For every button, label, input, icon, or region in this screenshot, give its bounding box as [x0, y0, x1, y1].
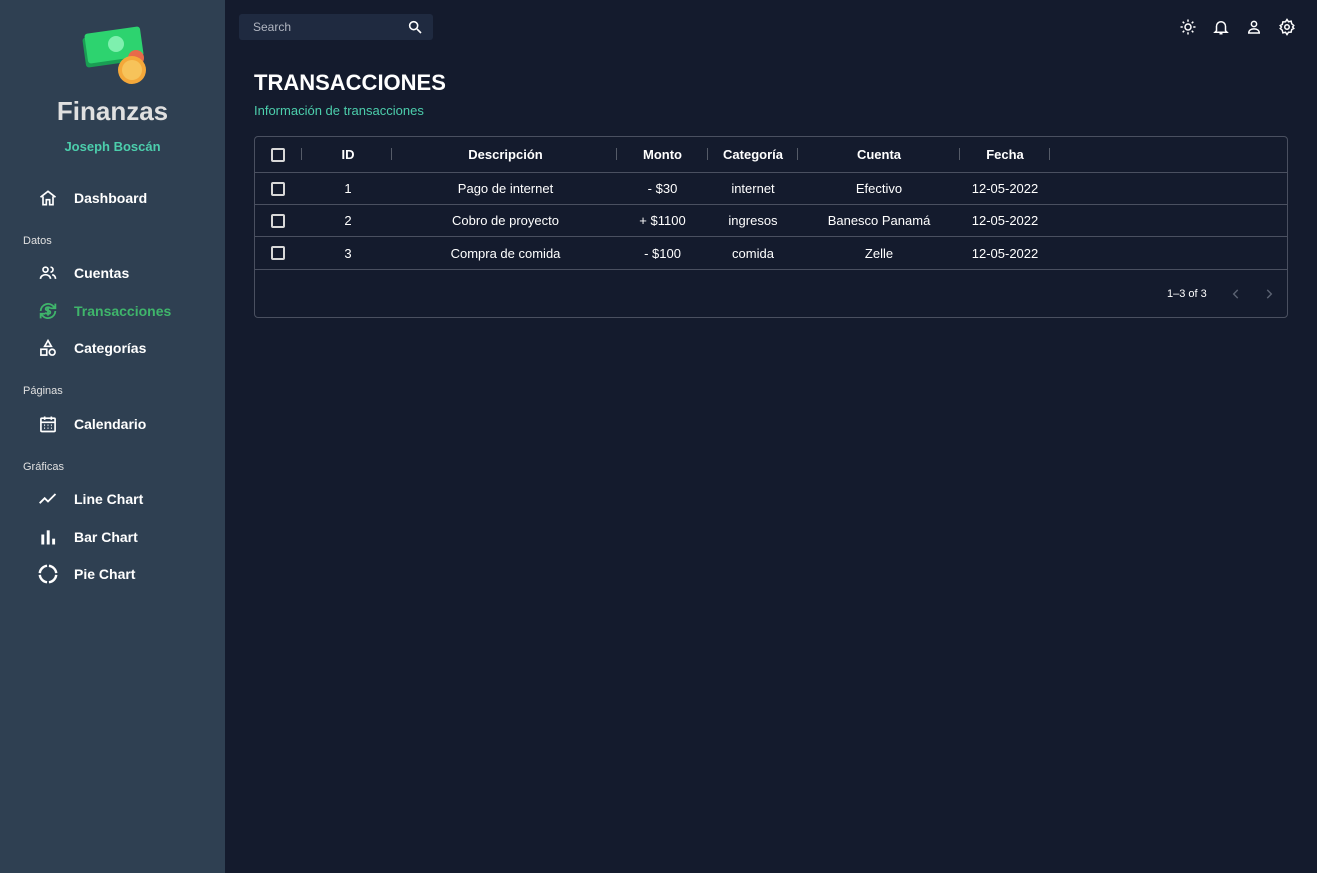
brand-title: Finanzas: [56, 96, 169, 126]
settings-icon[interactable]: [1277, 17, 1297, 37]
cell-cuenta: Banesco Panamá: [827, 213, 931, 228]
column-separator: [959, 148, 960, 160]
search-box: [239, 14, 433, 40]
column-separator: [301, 148, 302, 160]
column-header-id[interactable]: ID: [303, 137, 393, 172]
sidebar-item-transacciones[interactable]: Transacciones: [36, 298, 171, 324]
cell-descripcion: Compra de comida: [450, 245, 561, 261]
row-select-cell: [267, 237, 289, 269]
sidebar: Finanzas Joseph Boscán Dashboard Datos C…: [0, 0, 225, 873]
section-label-paginas: Páginas: [23, 385, 63, 397]
table-row[interactable]: 3 Compra de comida - $100 comida Zelle 1…: [255, 237, 1287, 270]
column-separator: [616, 148, 617, 160]
column-header-categoria[interactable]: Categoría: [709, 137, 797, 172]
cell-monto: - $30: [647, 181, 678, 196]
calendar-icon: [36, 412, 60, 436]
column-header-monto[interactable]: Monto: [618, 137, 707, 172]
sidebar-item-line-chart[interactable]: Line Chart: [36, 486, 143, 512]
cell-descripcion: Cobro de proyecto: [452, 213, 559, 228]
sidebar-item-label: Categorías: [74, 340, 147, 356]
sidebar-item-dashboard[interactable]: Dashboard: [36, 185, 147, 211]
column-header-cuenta[interactable]: Cuenta: [799, 137, 959, 172]
table-row[interactable]: 2 Cobro de proyecto + $1100 ingresos Ban…: [255, 205, 1287, 237]
notifications-icon[interactable]: [1211, 17, 1231, 37]
sidebar-item-calendario[interactable]: Calendario: [36, 411, 146, 437]
sidebar-item-bar-chart[interactable]: Bar Chart: [36, 524, 138, 550]
search-input[interactable]: [253, 20, 403, 34]
cell-id: 2: [344, 213, 352, 228]
person-icon[interactable]: [1244, 17, 1264, 37]
cell-monto: - $100: [644, 245, 681, 261]
line-chart-icon: [36, 487, 60, 511]
cell-cuenta: Zelle: [864, 245, 894, 261]
transactions-table: ID Descripción Monto Categoría Cuenta Fe…: [254, 136, 1288, 318]
pie-chart-icon: [36, 562, 60, 586]
section-label-graficas: Gráficas: [23, 461, 64, 473]
column-header-fecha[interactable]: Fecha: [961, 137, 1049, 172]
row-select-cell: [267, 173, 289, 204]
section-label-datos: Datos: [23, 235, 52, 247]
sidebar-item-label: Bar Chart: [74, 529, 138, 545]
cell-fecha: 12-05-2022: [971, 245, 1039, 261]
previous-page-icon[interactable]: [1226, 284, 1246, 304]
table-header-row: ID Descripción Monto Categoría Cuenta Fe…: [255, 137, 1287, 173]
cell-cuenta: Efectivo: [855, 181, 903, 196]
next-page-icon[interactable]: [1259, 284, 1279, 304]
search-icon[interactable]: [407, 19, 423, 35]
row-select-cell: [267, 205, 289, 236]
cell-monto: + $1100: [639, 213, 686, 228]
column-header-descripcion[interactable]: Descripción: [393, 137, 618, 172]
currency-exchange-icon: [36, 299, 60, 323]
sidebar-item-categorias[interactable]: Categorías: [36, 335, 146, 361]
topbar-icons: [1178, 17, 1310, 37]
sidebar-item-label: Line Chart: [74, 491, 144, 507]
column-separator: [797, 148, 798, 160]
row-checkbox[interactable]: [271, 246, 285, 260]
page-subtitle: Información de transacciones: [254, 103, 424, 118]
cell-id: 1: [344, 181, 352, 196]
sidebar-item-label: Transacciones: [74, 303, 172, 319]
sidebar-item-label: Cuentas: [74, 265, 130, 281]
sidebar-item-label: Pie Chart: [74, 566, 136, 582]
column-separator: [707, 148, 708, 160]
people-icon: [36, 261, 60, 285]
sidebar-item-label: Calendario: [74, 416, 147, 432]
row-checkbox[interactable]: [271, 181, 285, 196]
select-all-cell: [267, 137, 289, 172]
light-mode-icon[interactable]: [1178, 17, 1198, 37]
user-name: Joseph Boscán: [64, 139, 161, 154]
cell-categoria: comida: [732, 245, 774, 261]
sidebar-item-pie-chart[interactable]: Pie Chart: [36, 561, 135, 587]
pagination-info: 1–3 of 3: [1167, 288, 1207, 300]
home-icon: [36, 186, 60, 210]
money-logo-icon: [82, 26, 146, 84]
cell-fecha: 12-05-2022: [971, 181, 1039, 196]
table-row[interactable]: 1 Pago de internet - $30 internet Efecti…: [255, 173, 1287, 205]
column-separator: [1049, 148, 1050, 160]
page-title: TRANSACCIONES: [254, 70, 446, 95]
sidebar-item-label: Dashboard: [74, 190, 148, 206]
cell-fecha: 12-05-2022: [971, 213, 1039, 228]
column-separator: [391, 148, 392, 160]
row-checkbox[interactable]: [271, 213, 285, 228]
cell-descripcion: Pago de internet: [457, 181, 554, 196]
sidebar-item-cuentas[interactable]: Cuentas: [36, 260, 129, 286]
bar-chart-icon: [36, 525, 60, 549]
select-all-checkbox[interactable]: [271, 147, 285, 162]
category-icon: [36, 336, 60, 360]
cell-id: 3: [344, 245, 352, 261]
cell-categoria: internet: [731, 181, 775, 196]
cell-categoria: ingresos: [728, 213, 778, 228]
